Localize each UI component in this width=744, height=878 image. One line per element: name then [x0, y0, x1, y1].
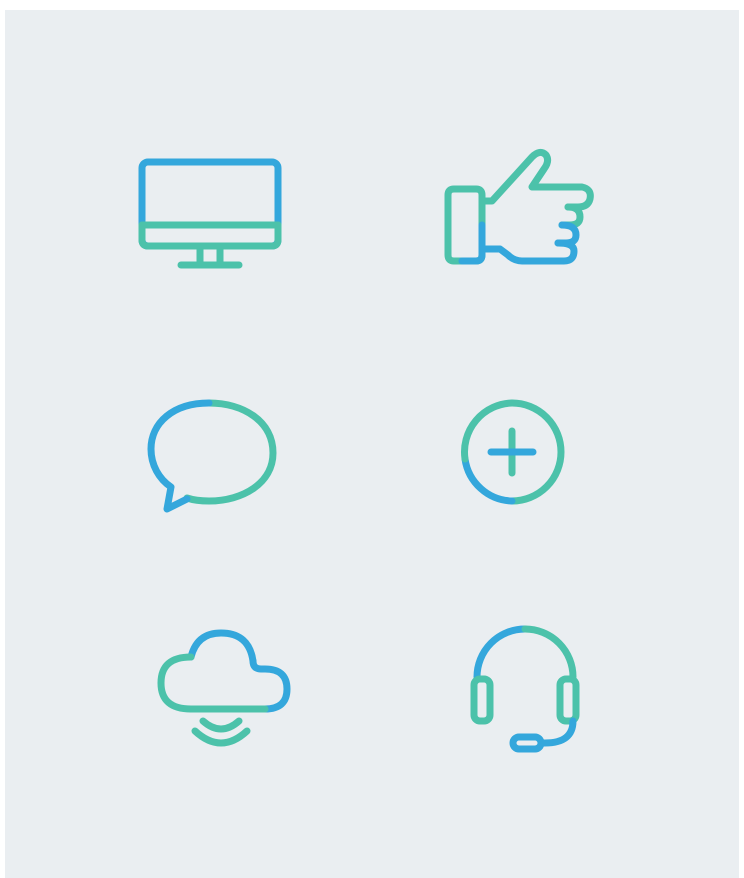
- monitor-icon: [138, 158, 282, 269]
- headset-icon: [470, 625, 580, 753]
- thumbs-up-icon: [444, 148, 594, 265]
- icon-grid-canvas: [5, 10, 739, 878]
- chat-bubble-icon: [147, 399, 277, 513]
- add-circle-icon: [461, 399, 565, 505]
- cloud-wireless-icon: [157, 629, 291, 747]
